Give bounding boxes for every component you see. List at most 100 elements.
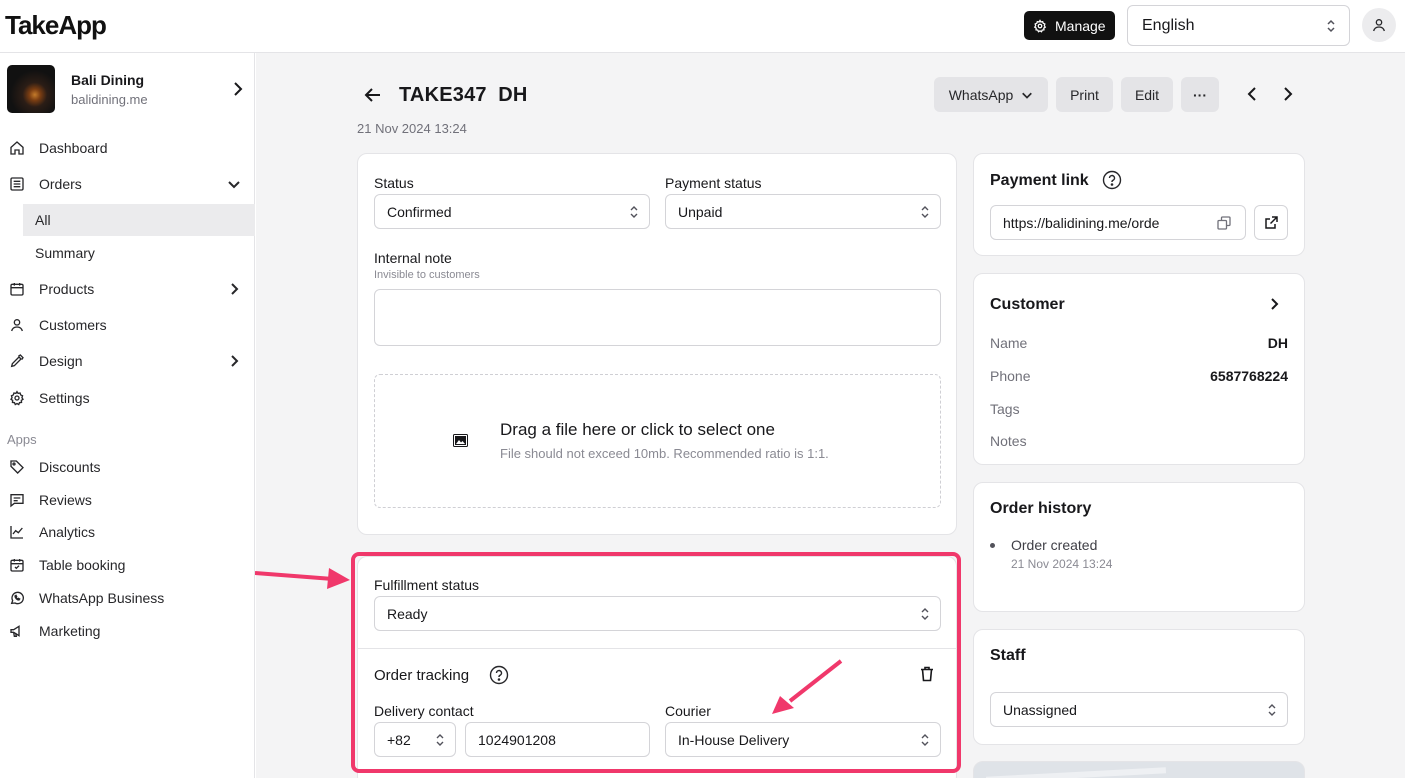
customer-title: Customer	[990, 296, 1065, 313]
customer-name-label: Name	[990, 335, 1028, 351]
order-id: TAKE347	[399, 84, 487, 106]
staff-value: Unassigned	[1003, 701, 1077, 718]
customer-name-value: DH	[1267, 335, 1288, 351]
store-thumbnail	[7, 65, 55, 113]
sidebar-item-discounts[interactable]: Discounts	[0, 451, 255, 483]
back-arrow-icon[interactable]	[364, 87, 382, 103]
sidebar-item-label: Products	[39, 281, 95, 297]
order-date: 21 Nov 2024 13:24	[357, 121, 467, 136]
list-icon	[10, 177, 24, 191]
internal-note-input[interactable]	[374, 289, 941, 346]
payment-status-select[interactable]: Unpaid	[665, 194, 941, 229]
sidebar-item-label: Customers	[39, 317, 107, 333]
user-icon	[1373, 19, 1385, 32]
user-menu-button[interactable]	[1362, 8, 1396, 42]
order-customer-code: DH	[498, 84, 528, 106]
megaphone-icon	[10, 625, 20, 637]
chevron-right-icon	[234, 82, 243, 96]
external-link-icon	[1264, 216, 1278, 229]
chevron-down-icon	[228, 181, 240, 189]
sidebar-item-marketing[interactable]: Marketing	[0, 615, 255, 647]
order-history-card: Order history Order created 21 Nov 2024 …	[973, 482, 1305, 612]
apps-section-label: Apps	[7, 432, 37, 447]
order-history-title: Order history	[990, 500, 1092, 517]
sidebar-item-customers[interactable]: Customers	[0, 309, 255, 341]
pen-nib-icon	[10, 354, 24, 368]
annotation-arrow-left	[255, 568, 350, 589]
manage-button[interactable]: Manage	[1024, 11, 1115, 40]
staff-select[interactable]: Unassigned	[990, 692, 1288, 727]
open-link-button[interactable]	[1254, 205, 1288, 240]
message-icon	[10, 494, 24, 508]
more-button[interactable]: ···	[1181, 77, 1219, 112]
chevron-right-icon[interactable]	[1270, 297, 1280, 311]
edit-button[interactable]: Edit	[1121, 77, 1173, 112]
sidebar-item-orders-summary[interactable]: Summary	[23, 237, 255, 269]
sidebar-item-whatsapp-business[interactable]: WhatsApp Business	[0, 582, 255, 614]
copy-icon[interactable]	[1217, 216, 1231, 230]
sidebar-item-label: Dashboard	[39, 140, 108, 156]
updown-chevron-icon	[1327, 19, 1335, 33]
calendar-check-icon	[10, 559, 24, 572]
whatsapp-button[interactable]: WhatsApp	[934, 77, 1048, 112]
sidebar-item-label: Orders	[39, 176, 82, 192]
language-value: English	[1142, 16, 1195, 34]
dropzone-hint: File should not exceed 10mb. Recommended…	[500, 446, 829, 461]
sidebar-item-label: Design	[39, 353, 83, 369]
sidebar-item-table-booking[interactable]: Table booking	[0, 549, 255, 581]
chevron-right-icon	[231, 355, 239, 367]
next-order-icon[interactable]	[1283, 86, 1293, 102]
sidebar-item-orders[interactable]: Orders	[0, 168, 255, 200]
history-event-time: 21 Nov 2024 13:24	[1011, 557, 1113, 571]
print-button[interactable]: Print	[1056, 77, 1113, 112]
previous-order-icon[interactable]	[1247, 86, 1257, 102]
sidebar-item-label: Reviews	[39, 492, 92, 508]
payment-status-label: Payment status	[665, 175, 762, 191]
status-card: Status Confirmed Payment status Unpaid I…	[357, 153, 957, 535]
customer-card: Customer Name DH Phone 6587768224 Tags N…	[973, 273, 1305, 465]
payment-link-value: https://balidining.me/orde	[1003, 214, 1160, 231]
map-road	[985, 767, 1167, 778]
map-card[interactable]	[973, 761, 1305, 778]
tag-icon	[10, 460, 24, 474]
status-value: Confirmed	[387, 203, 452, 220]
updown-chevron-icon	[921, 206, 929, 218]
home-icon	[10, 141, 24, 155]
sidebar-item-design[interactable]: Design	[0, 345, 255, 377]
timeline-dot	[990, 543, 995, 548]
sidebar-item-products[interactable]: Products	[0, 273, 255, 305]
payment-link-title: Payment link	[990, 172, 1089, 189]
user-icon	[11, 319, 23, 332]
status-select[interactable]: Confirmed	[374, 194, 650, 229]
app-logo[interactable]: TakeApp	[5, 10, 107, 41]
print-label: Print	[1070, 86, 1099, 103]
payment-status-value: Unpaid	[678, 203, 723, 220]
sidebar-item-dashboard[interactable]: Dashboard	[0, 132, 255, 164]
file-dropzone[interactable]: Drag a file here or click to select one …	[374, 374, 941, 508]
history-event: Order created	[1011, 537, 1098, 553]
sidebar-item-label: Settings	[39, 390, 90, 406]
whatsapp-label: WhatsApp	[948, 86, 1014, 103]
language-select[interactable]: English	[1127, 5, 1350, 46]
annotation-arrow-courier	[772, 659, 843, 714]
line-chart-icon	[10, 526, 23, 539]
customer-phone-value: 6587768224	[1210, 368, 1288, 384]
sidebar-item-analytics[interactable]: Analytics	[0, 516, 255, 548]
store-domain: balidining.me	[71, 92, 148, 107]
sidebar-item-orders-all[interactable]: All	[23, 204, 255, 236]
internal-note-hint: Invisible to customers	[374, 269, 480, 281]
whatsapp-icon	[10, 591, 24, 605]
sidebar-item-reviews[interactable]: Reviews	[0, 484, 255, 516]
sidebar-item-settings[interactable]: Settings	[0, 382, 255, 414]
sidebar: Bali Dining balidining.me Dashboard Orde…	[0, 53, 255, 778]
sidebar-item-label: Summary	[35, 245, 95, 261]
sidebar-item-label: Discounts	[39, 459, 101, 475]
customer-phone-label: Phone	[990, 368, 1031, 384]
store-switcher[interactable]: Bali Dining balidining.me	[7, 65, 247, 113]
payment-link-input[interactable]: https://balidining.me/orde	[990, 205, 1246, 240]
help-circle-icon[interactable]	[1102, 170, 1122, 190]
page-title: TAKE347 DH	[399, 84, 528, 107]
sidebar-item-label: WhatsApp Business	[39, 590, 165, 606]
staff-card: Staff Unassigned	[973, 629, 1305, 745]
image-icon	[453, 434, 468, 447]
